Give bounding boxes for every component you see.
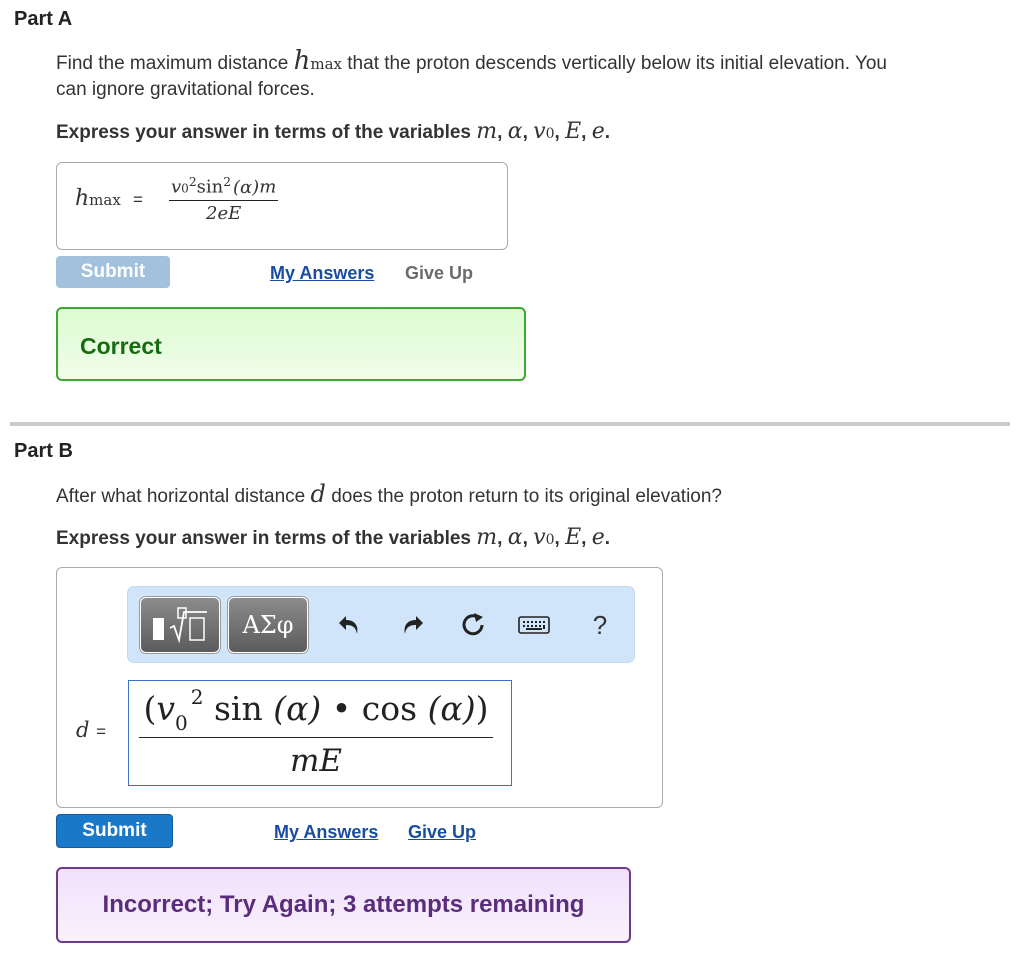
part-a-my-answers-link[interactable]: My Answers: [270, 263, 374, 284]
undo-icon: [339, 616, 358, 634]
answer-lhs: hmax =: [75, 185, 143, 211]
variable-m: m: [476, 525, 498, 550]
num-sin-arg: (α): [273, 689, 322, 728]
variable-alpha: α: [507, 119, 523, 144]
part-b-prompt: After what horizontal distance d does th…: [56, 481, 722, 510]
denominator: mE: [289, 743, 343, 779]
num-pow: 2: [190, 685, 204, 709]
part-a-prompt: Find the maximum distance hmax that the …: [56, 48, 1006, 103]
part-a-title: Part A: [14, 8, 73, 30]
part-a-answer-box: hmax = v02sin2 (α)m 2eE: [56, 162, 508, 250]
variable-alpha: α: [507, 525, 523, 550]
variable-m: m: [476, 119, 498, 144]
num-v-sub: 0: [181, 181, 189, 196]
prompt-text: Find the maximum distance: [56, 53, 289, 74]
part-a-feedback-correct: Correct: [56, 307, 526, 381]
variable-v: v: [533, 525, 546, 550]
templates-button[interactable]: [140, 597, 220, 653]
num-pow: 2: [188, 175, 197, 189]
answer-lhs: d =: [76, 718, 106, 742]
reset-icon: [462, 613, 484, 636]
num-cos: cos: [361, 689, 418, 728]
num-tail: m: [259, 176, 277, 198]
variable-e: e: [591, 525, 605, 550]
variable-E: E: [565, 525, 582, 550]
keyboard-button[interactable]: [516, 607, 552, 643]
symbols-button[interactable]: ΑΣφ: [228, 597, 308, 653]
lhs-var: h: [75, 186, 90, 211]
part-a-instruction: Express your answer in terms of the vari…: [56, 119, 611, 144]
redo-button[interactable]: [394, 607, 430, 643]
num-arg: (α): [233, 176, 260, 198]
redo-icon: [404, 616, 423, 634]
num-v: v: [171, 176, 182, 198]
var-d: d: [310, 480, 326, 508]
help-button[interactable]: ?: [582, 607, 618, 643]
feedback-text: Incorrect; Try Again; 3 attempts remaini…: [102, 891, 585, 918]
variable-e: e: [591, 119, 605, 144]
part-divider: [10, 422, 1010, 426]
prompt-text: does the proton return to its original e…: [331, 486, 722, 507]
math-toolbar: ΑΣφ ?: [127, 586, 635, 663]
equals-sign: =: [96, 722, 107, 741]
num-v: v: [156, 689, 176, 728]
num-dot: •: [331, 689, 352, 728]
num-fn-pow: 2: [223, 175, 231, 189]
numerator: (v02 sin (α) • cos (α)): [139, 685, 493, 738]
variable-v-sub: 0: [545, 532, 555, 548]
lhs-sub: max: [89, 191, 121, 209]
var-h: h: [293, 46, 311, 76]
lhs-var: d: [76, 718, 90, 742]
feedback-text: Correct: [80, 333, 162, 359]
keyboard-icon: [518, 616, 550, 634]
num-sin: sin: [214, 689, 263, 728]
instruction-text: Express your answer in terms of the vari…: [56, 122, 472, 143]
num-cos-arg: (α): [427, 689, 476, 728]
part-b-title: Part B: [14, 440, 73, 462]
prompt-text: that the proton descends vertically belo…: [347, 53, 887, 74]
var-h-sub: max: [310, 55, 342, 73]
equals-sign: =: [132, 190, 143, 209]
undo-button[interactable]: [332, 607, 368, 643]
prompt-text: After what horizontal distance: [56, 486, 306, 507]
denominator: 2eE: [206, 202, 242, 224]
part-b-my-answers-link[interactable]: My Answers: [274, 822, 378, 843]
part-a-submit-button[interactable]: Submit: [56, 256, 170, 288]
part-b-give-up-link[interactable]: Give Up: [408, 822, 476, 843]
variable-v: v: [533, 119, 546, 144]
part-b-instruction: Express your answer in terms of the vari…: [56, 525, 611, 550]
part-b-feedback-incorrect: Incorrect; Try Again; 3 attempts remaini…: [56, 867, 631, 943]
part-a-give-up-link[interactable]: Give Up: [405, 263, 473, 284]
num-fn: sin: [196, 176, 224, 198]
paren-close: ): [475, 689, 489, 728]
num-v-sub: 0: [175, 711, 188, 735]
paren-open: (: [143, 689, 157, 728]
part-b-submit-button[interactable]: Submit: [56, 814, 173, 848]
answer-input[interactable]: (v02 sin (α) • cos (α)) mE: [128, 680, 512, 786]
variable-E: E: [565, 119, 582, 144]
numerator: v02sin2 (α)m: [169, 175, 279, 201]
prompt-text-line2: can ignore gravitational forces.: [56, 79, 315, 100]
fraction-root-template-icon: [153, 607, 207, 644]
instruction-text: Express your answer in terms of the vari…: [56, 528, 472, 549]
variable-v-sub: 0: [545, 126, 555, 142]
reset-button[interactable]: [456, 607, 492, 643]
answer-fraction: v02sin2 (α)m 2eE: [169, 175, 279, 224]
